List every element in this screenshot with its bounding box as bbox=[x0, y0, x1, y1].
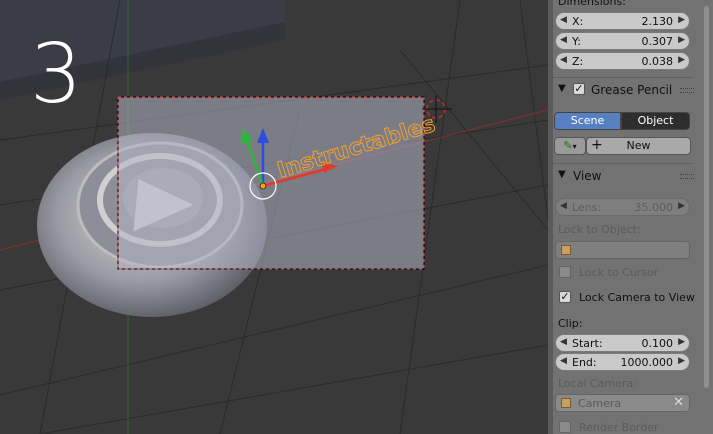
grease-pencil-header[interactable]: ▼ ✓ Grease Pencil bbox=[554, 80, 694, 100]
lock-camera-checkbox[interactable]: ✓ bbox=[559, 291, 571, 303]
clip-start-field[interactable]: ◀ Start: 0.100 ▶ bbox=[555, 334, 690, 352]
local-camera-label: Local Camera: bbox=[558, 377, 637, 390]
lock-object-selector[interactable] bbox=[555, 241, 690, 259]
decrement-icon[interactable]: ◀ bbox=[560, 356, 567, 366]
panel-scrollbar[interactable] bbox=[704, 6, 709, 388]
increment-icon[interactable]: ▶ bbox=[678, 15, 685, 25]
increment-icon[interactable]: ▶ bbox=[678, 356, 685, 366]
decrement-icon[interactable]: ◀ bbox=[560, 337, 567, 347]
dimension-z-field[interactable]: ◀ Z: 0.038 ▶ bbox=[555, 52, 690, 70]
render-border-label: Render Border bbox=[579, 421, 659, 434]
drag-grip-icon[interactable] bbox=[680, 88, 694, 93]
tab-object[interactable]: Object bbox=[621, 112, 690, 130]
blender-window: Instructables 3 Dimensions: ◀ X: 2.130 ▶… bbox=[0, 0, 713, 434]
dimension-x-field[interactable]: ◀ X: 2.130 ▶ bbox=[555, 12, 690, 30]
pencil-icon: ✎ bbox=[563, 139, 573, 152]
lock-camera-label: Lock Camera to View bbox=[579, 291, 695, 304]
clip-end-field[interactable]: ◀ End: 1000.000 ▶ bbox=[555, 353, 690, 371]
clear-icon[interactable]: ✕ bbox=[673, 395, 684, 410]
divider bbox=[553, 77, 693, 78]
drag-grip-icon[interactable] bbox=[680, 174, 694, 179]
divider bbox=[553, 163, 693, 164]
tab-scene[interactable]: Scene bbox=[554, 112, 621, 130]
object-origin bbox=[259, 182, 267, 190]
lock-to-cursor-label: Lock to Cursor bbox=[579, 266, 659, 279]
view-header[interactable]: ▼ View bbox=[554, 166, 694, 186]
viewport-scene: Instructables bbox=[0, 0, 548, 434]
dimension-y-field[interactable]: ◀ Y: 0.307 ▶ bbox=[555, 32, 690, 50]
cube-icon bbox=[561, 245, 571, 255]
panel-separator[interactable] bbox=[548, 0, 553, 434]
decrement-icon[interactable]: ◀ bbox=[560, 15, 567, 25]
new-button[interactable]: + New bbox=[586, 137, 691, 155]
increment-icon[interactable]: ▶ bbox=[678, 201, 685, 211]
increment-icon[interactable]: ▶ bbox=[678, 55, 685, 65]
increment-icon[interactable]: ▶ bbox=[678, 337, 685, 347]
plus-icon: + bbox=[591, 137, 603, 153]
properties-panel: Dimensions: ◀ X: 2.130 ▶ ◀ Y: 0.307 ▶ ◀ … bbox=[548, 0, 713, 434]
pencil-dropdown[interactable]: ✎▾ bbox=[554, 137, 586, 155]
decrement-icon[interactable]: ◀ bbox=[560, 55, 567, 65]
camera-icon bbox=[561, 398, 571, 408]
expand-triangle-icon[interactable]: ▼ bbox=[558, 83, 566, 94]
increment-icon[interactable]: ▶ bbox=[678, 35, 685, 45]
grease-pencil-checkbox[interactable]: ✓ bbox=[573, 83, 585, 95]
lock-to-object-label: Lock to Object: bbox=[558, 223, 641, 236]
lock-to-cursor-checkbox[interactable] bbox=[559, 266, 571, 278]
render-border-checkbox[interactable] bbox=[559, 421, 571, 433]
lens-field[interactable]: ◀ Lens: 35.000 ▶ bbox=[555, 198, 690, 216]
expand-triangle-icon[interactable]: ▼ bbox=[558, 169, 566, 180]
clip-label: Clip: bbox=[558, 317, 583, 330]
local-camera-selector[interactable]: Camera ✕ bbox=[555, 394, 690, 412]
3d-viewport[interactable]: Instructables 3 bbox=[0, 0, 548, 434]
decrement-icon[interactable]: ◀ bbox=[560, 35, 567, 45]
dimensions-label: Dimensions: bbox=[558, 0, 626, 8]
decrement-icon[interactable]: ◀ bbox=[560, 201, 567, 211]
step-number: 3 bbox=[30, 27, 83, 122]
